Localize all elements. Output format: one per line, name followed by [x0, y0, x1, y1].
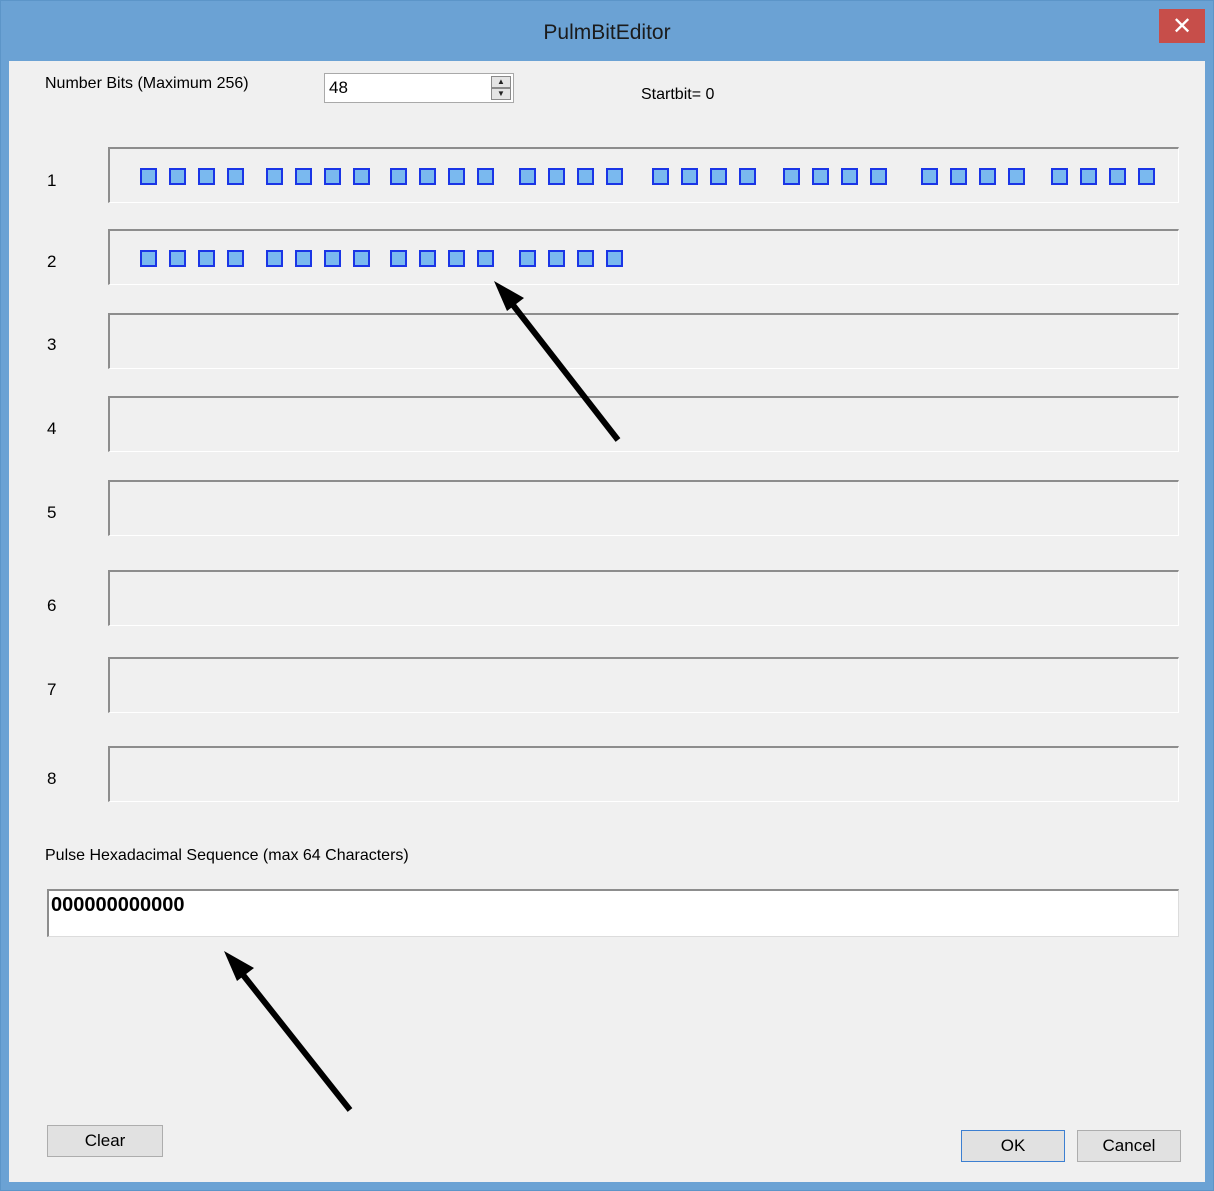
bit-toggle[interactable]	[353, 250, 370, 267]
bit-toggle[interactable]	[1051, 168, 1068, 185]
bit-toggle[interactable]	[295, 250, 312, 267]
bit-row-6[interactable]	[108, 570, 1179, 626]
row-number-7: 7	[47, 680, 57, 699]
bit-toggle[interactable]	[266, 168, 283, 185]
number-bits-spinner[interactable]: ▲ ▼	[324, 73, 514, 103]
bit-toggle[interactable]	[577, 250, 594, 267]
bit-toggle[interactable]	[1008, 168, 1025, 185]
bit-toggle[interactable]	[266, 250, 283, 267]
bit-toggle[interactable]	[519, 250, 536, 267]
row-number-5: 5	[47, 503, 57, 522]
dialog-client: Number Bits (Maximum 256) ▲ ▼ Startbit= …	[9, 61, 1205, 1182]
bit-toggle[interactable]	[812, 168, 829, 185]
bit-toggle[interactable]	[295, 168, 312, 185]
row-number-2: 2	[47, 252, 57, 271]
bit-toggle[interactable]	[548, 168, 565, 185]
row-number-4: 4	[47, 419, 57, 438]
bit-toggle[interactable]	[606, 250, 623, 267]
bit-toggle[interactable]	[841, 168, 858, 185]
bit-toggle[interactable]	[324, 250, 341, 267]
bit-toggle[interactable]	[921, 168, 938, 185]
bit-toggle[interactable]	[710, 168, 727, 185]
bit-toggle[interactable]	[140, 168, 157, 185]
bit-toggle[interactable]	[577, 168, 594, 185]
bit-toggle[interactable]	[870, 168, 887, 185]
row-number-8: 8	[47, 769, 57, 788]
bit-toggle[interactable]	[198, 250, 215, 267]
bit-row-1[interactable]	[108, 147, 1179, 203]
bit-toggle[interactable]	[681, 168, 698, 185]
bit-toggle[interactable]	[227, 168, 244, 185]
bit-toggle[interactable]	[227, 250, 244, 267]
row-number-6: 6	[47, 596, 57, 615]
number-bits-input[interactable]	[325, 74, 485, 102]
close-icon: ✕	[1171, 12, 1193, 40]
bit-toggle[interactable]	[606, 168, 623, 185]
bit-toggle[interactable]	[448, 168, 465, 185]
bit-row-4[interactable]	[108, 396, 1179, 452]
hex-sequence-label: Pulse Hexadacimal Sequence (max 64 Chara…	[45, 847, 409, 864]
window-title: PulmBitEditor	[543, 21, 671, 44]
bit-toggle[interactable]	[652, 168, 669, 185]
bit-toggle[interactable]	[1109, 168, 1126, 185]
bit-toggle[interactable]	[448, 250, 465, 267]
bit-toggle[interactable]	[783, 168, 800, 185]
title-bar[interactable]: PulmBitEditor ✕	[1, 1, 1213, 61]
spin-up-icon[interactable]: ▲	[491, 76, 511, 88]
bit-toggle[interactable]	[950, 168, 967, 185]
bit-row-8[interactable]	[108, 746, 1179, 802]
bit-toggle[interactable]	[739, 168, 756, 185]
cancel-button[interactable]: Cancel	[1077, 1130, 1181, 1162]
bit-toggle[interactable]	[519, 168, 536, 185]
startbit-label: Startbit= 0	[641, 86, 715, 103]
bit-row-3[interactable]	[108, 313, 1179, 369]
bit-toggle[interactable]	[390, 168, 407, 185]
ok-button[interactable]: OK	[961, 1130, 1065, 1162]
close-button[interactable]: ✕	[1159, 9, 1205, 43]
bit-row-2[interactable]	[108, 229, 1179, 285]
bit-toggle[interactable]	[979, 168, 996, 185]
number-bits-label: Number Bits (Maximum 256)	[45, 75, 249, 92]
hex-sequence-input[interactable]	[47, 889, 1179, 937]
bit-toggle[interactable]	[169, 250, 186, 267]
bit-toggle[interactable]	[548, 250, 565, 267]
bit-toggle[interactable]	[140, 250, 157, 267]
bit-toggle[interactable]	[419, 168, 436, 185]
bit-toggle[interactable]	[324, 168, 341, 185]
bit-toggle[interactable]	[477, 250, 494, 267]
bit-toggle[interactable]	[169, 168, 186, 185]
spin-down-icon[interactable]: ▼	[491, 88, 511, 100]
bit-row-7[interactable]	[108, 657, 1179, 713]
row-number-3: 3	[47, 335, 57, 354]
bit-toggle[interactable]	[477, 168, 494, 185]
editor-window: PulmBitEditor ✕ Number Bits (Maximum 256…	[0, 0, 1214, 1191]
bit-toggle[interactable]	[419, 250, 436, 267]
row-number-1: 1	[47, 171, 57, 190]
clear-button[interactable]: Clear	[47, 1125, 163, 1157]
bit-toggle[interactable]	[1138, 168, 1155, 185]
bit-toggle[interactable]	[353, 168, 370, 185]
bit-toggle[interactable]	[390, 250, 407, 267]
bit-row-5[interactable]	[108, 480, 1179, 536]
bit-toggle[interactable]	[1080, 168, 1097, 185]
bit-toggle[interactable]	[198, 168, 215, 185]
